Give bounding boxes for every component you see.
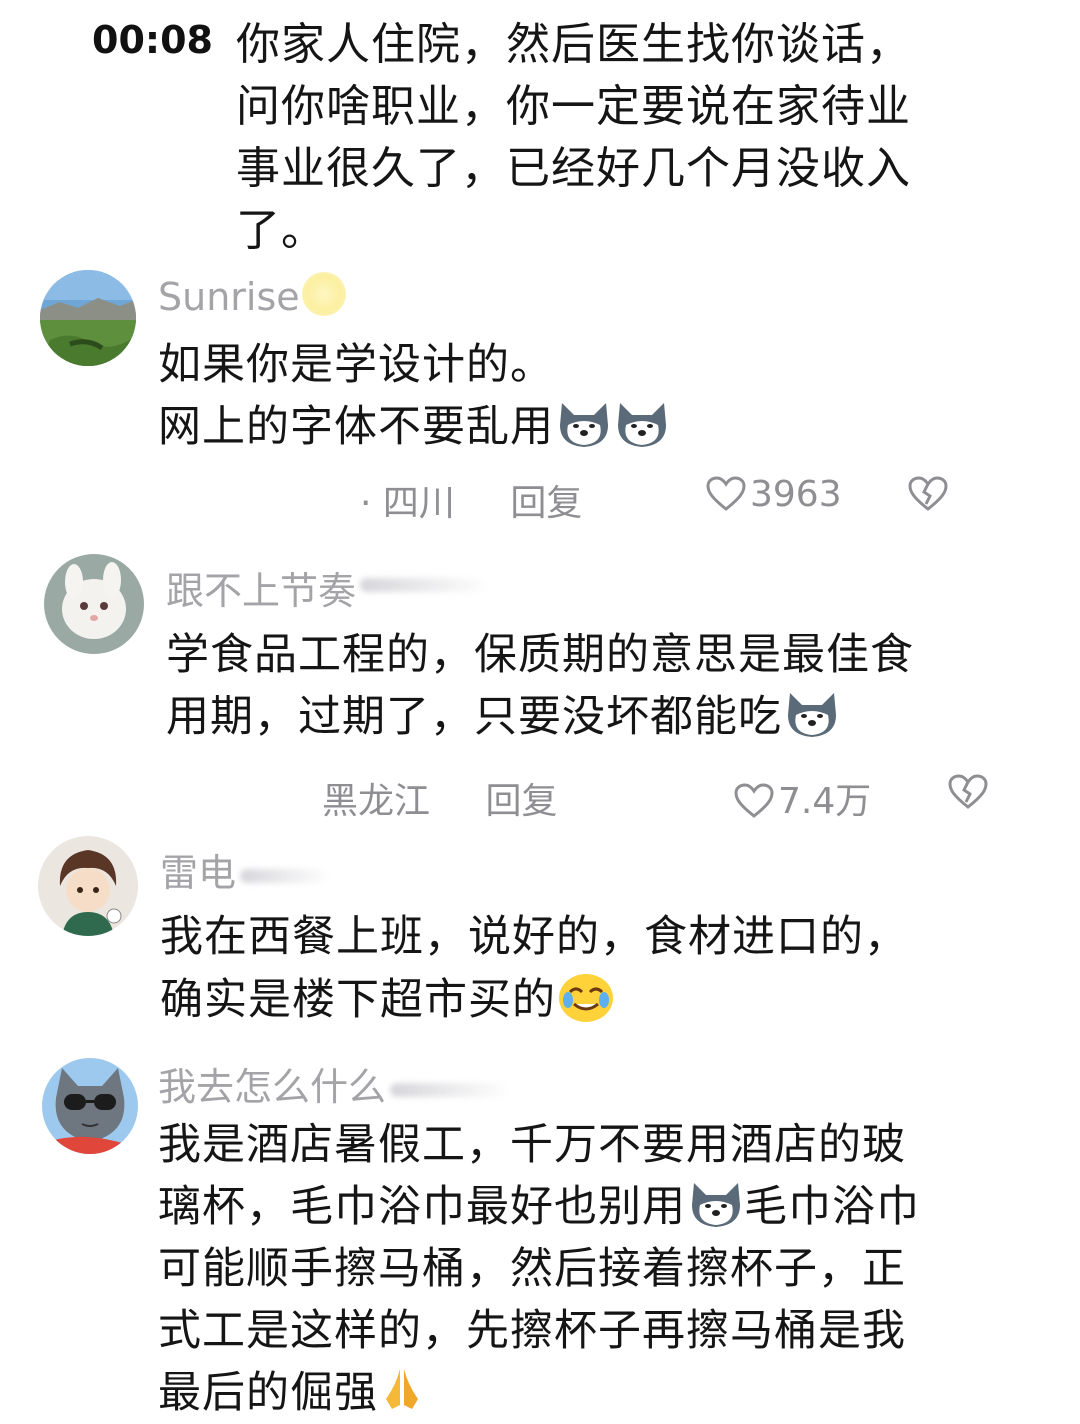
avatar[interactable] bbox=[44, 554, 144, 654]
crying-laugh-emoji-icon bbox=[559, 974, 613, 1022]
comment-meta: 黑龙江 回复 bbox=[322, 772, 557, 824]
comment-line: 我是酒店暑假工，千万不要用酒店的玻 bbox=[158, 1120, 906, 1170]
broken-heart-icon bbox=[948, 774, 988, 809]
comment-meta: · 四川 回复 bbox=[360, 474, 582, 526]
username[interactable]: 我去怎么什么 bbox=[158, 1056, 511, 1111]
username[interactable]: 跟不上节奏 bbox=[166, 560, 491, 615]
like-button[interactable]: 7.4万 bbox=[734, 772, 871, 824]
husky-emoji-icon bbox=[560, 403, 608, 447]
comment-line: 用期，过期了，只要没坏都能吃 bbox=[166, 686, 1046, 748]
avatar[interactable] bbox=[40, 270, 136, 366]
reply-button[interactable]: 回复 bbox=[510, 483, 582, 524]
avatar[interactable] bbox=[38, 836, 138, 936]
heart-outline-icon bbox=[734, 783, 774, 818]
husky-emoji-icon bbox=[788, 693, 836, 737]
comment-item: Sunrise 如果你是学设计的。 网上的字体不要乱用 · 四川 回复 3963 bbox=[0, 268, 1080, 528]
comment-item: 雷电 我在西餐上班，说好的，食材进口的， 确实是楼下超市买的 bbox=[0, 834, 1080, 1034]
subtitle-line: 你家人住院，然后医生找你谈话， bbox=[236, 19, 911, 70]
reply-button[interactable]: 回复 bbox=[485, 781, 557, 822]
subtitle-line: 事业很久了，已经好几个月没收入 bbox=[236, 143, 911, 194]
like-button[interactable]: 3963 bbox=[706, 474, 842, 515]
username[interactable]: 雷电 bbox=[160, 842, 331, 897]
video-subtitle-block: 00:08 你家人住院，然后医生找你谈话， 问你啥职业，你一定要说在家待业 事业… bbox=[0, 0, 1080, 260]
comment-line: 确实是楼下超市买的 bbox=[160, 968, 1040, 1031]
comment-text: 我是酒店暑假工，千万不要用酒店的玻 璃杯，毛巾浴巾最好也别用 毛巾浴巾 可能顺手擦… bbox=[158, 1114, 1058, 1424]
comment-text: 如果你是学设计的。 网上的字体不要乱用 bbox=[158, 334, 1018, 458]
like-count: 3963 bbox=[750, 474, 842, 515]
location: · 四川 bbox=[360, 483, 455, 524]
comment-line: 学食品工程的，保质期的意思是最佳食 bbox=[166, 630, 914, 680]
subtitle-line: 了。 bbox=[236, 205, 326, 256]
husky-emoji-icon bbox=[692, 1183, 740, 1227]
comment-line: 如果你是学设计的。 bbox=[158, 340, 554, 390]
dislike-button[interactable] bbox=[948, 772, 988, 813]
comment-item: 跟不上节奏 学食品工程的，保质期的意思是最佳食 用期，过期了，只要没坏都能吃 黑… bbox=[0, 550, 1080, 822]
avatar[interactable] bbox=[42, 1058, 138, 1154]
comment-line: 最后的倔强 bbox=[158, 1362, 1058, 1424]
location: 黑龙江 bbox=[322, 781, 431, 822]
broken-heart-icon bbox=[908, 476, 948, 511]
subtitle-text: 你家人住院，然后医生找你谈话， 问你啥职业，你一定要说在家待业 事业很久了，已经… bbox=[236, 14, 996, 262]
heart-outline-icon bbox=[706, 476, 746, 511]
timestamp: 00:08 bbox=[92, 18, 213, 62]
dislike-button[interactable] bbox=[908, 474, 948, 515]
comment-line: 网上的字体不要乱用 bbox=[158, 396, 1018, 458]
comment-line: 式工是这样的，先擦杯子再擦马桶是我 bbox=[158, 1306, 906, 1356]
comment-line: 可能顺手擦马桶，然后接着擦杯子，正 bbox=[158, 1244, 906, 1294]
comment-text: 学食品工程的，保质期的意思是最佳食 用期，过期了，只要没坏都能吃 bbox=[166, 624, 1046, 748]
comment-text: 我在西餐上班，说好的，食材进口的， 确实是楼下超市买的 bbox=[160, 906, 1040, 1031]
like-count: 7.4万 bbox=[778, 781, 872, 822]
comment-line: 我在西餐上班，说好的，食材进口的， bbox=[160, 912, 908, 962]
sun-emoji-icon bbox=[301, 272, 346, 316]
comments-screenshot: 00:08 你家人住院，然后医生找你谈话， 问你啥职业，你一定要说在家待业 事业… bbox=[0, 0, 1080, 1418]
comment-item: 我去怎么什么 我是酒店暑假工，千万不要用酒店的玻 璃杯，毛巾浴巾最好也别用 毛巾浴… bbox=[0, 1054, 1080, 1418]
username[interactable]: Sunrise bbox=[158, 272, 346, 319]
subtitle-line: 问你啥职业，你一定要说在家待业 bbox=[236, 81, 911, 132]
husky-emoji-icon bbox=[618, 403, 666, 447]
comment-line: 璃杯，毛巾浴巾最好也别用 毛巾浴巾 bbox=[158, 1176, 1058, 1238]
